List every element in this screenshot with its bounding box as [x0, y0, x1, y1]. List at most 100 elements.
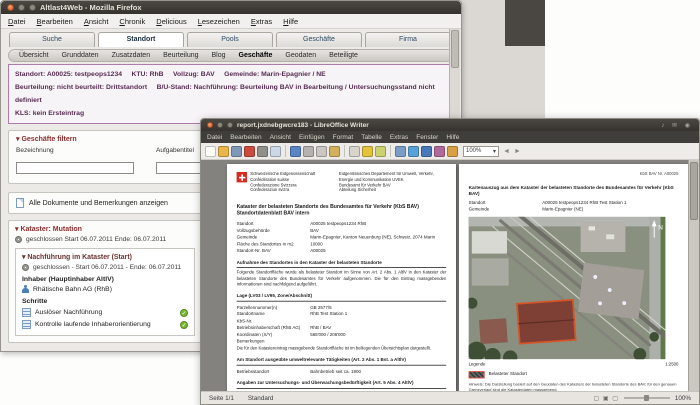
table-icon[interactable] [395, 145, 406, 157]
scrollbar-thumb[interactable] [451, 30, 459, 68]
menu-item[interactable]: Datei [8, 17, 26, 26]
desktop: Altlast4Web - Mozilla Firefox Datei Bearb… [0, 0, 700, 405]
menu-item[interactable]: Tabelle [361, 134, 382, 141]
zoom-select[interactable]: 100% ▾ [463, 145, 499, 157]
step-done-check-icon[interactable]: ✓ [180, 320, 188, 329]
bezeichnung-input[interactable] [16, 161, 134, 174]
nachfuehrung-panel: ▾ Nachführung im Kataster (Start) geschl… [15, 248, 195, 336]
firefox-scrollbar[interactable] [449, 29, 460, 119]
forward-arrow-icon[interactable]: ► [514, 148, 521, 155]
dept-line: Eidgenössisches Departement für Umwelt, … [339, 172, 434, 177]
section-heading: Aufnahme des Standortes in den Kataster … [236, 261, 447, 269]
menu-item[interactable]: Ansicht [270, 134, 291, 141]
menu-item[interactable]: Einfügen [299, 134, 325, 141]
menu-item[interactable]: Hilfe [283, 17, 298, 26]
standort-info-box: Standort: A00025: testpeops1234 KTU: RhB… [8, 64, 454, 124]
writer-scrollbar[interactable] [688, 160, 699, 391]
undo-icon[interactable] [362, 145, 373, 157]
menu-item[interactable]: Fenster [416, 134, 438, 141]
collapse-toggle-icon[interactable]: ▾ [15, 226, 19, 233]
taetigkeiten-rows: Betriebsstandort Bahnbetrieb seit ca. 190… [237, 369, 447, 375]
collapse-toggle-icon[interactable]: ▾ [22, 254, 25, 261]
task-icon [22, 308, 31, 317]
svg-text:N: N [658, 224, 663, 231]
redo-icon[interactable] [375, 145, 386, 157]
menu-item[interactable]: Datei [207, 134, 222, 141]
page-preview-icon[interactable] [270, 145, 281, 157]
dept-line: Abteilung Sicherheit [339, 188, 376, 193]
minimize-icon[interactable] [18, 4, 25, 11]
open-icon[interactable] [218, 145, 229, 157]
subtab-blog[interactable]: Blog [212, 52, 226, 59]
tab-pools[interactable]: Pools [187, 32, 273, 47]
view-layout-icons[interactable]: ▢ ▣ ▢ [594, 395, 619, 402]
zoom-slider[interactable] [623, 395, 670, 401]
scrollbar-thumb[interactable] [690, 162, 698, 220]
firefox-titlebar[interactable]: Altlast4Web - Mozilla Firefox [1, 1, 461, 14]
menu-item[interactable]: Lesezeichen [198, 17, 240, 26]
cut-icon[interactable] [303, 145, 314, 157]
tab-geschaefte[interactable]: Geschäfte [276, 32, 362, 47]
close-icon[interactable] [207, 122, 213, 128]
clone-formatting-icon[interactable] [349, 145, 360, 157]
menu-item[interactable]: Format [333, 134, 354, 141]
subtab-grunddaten[interactable]: Grunddaten [62, 52, 99, 59]
subtab-uebersicht[interactable]: Übersicht [19, 52, 49, 59]
paste-icon[interactable] [329, 145, 340, 157]
kataster-panel-header[interactable]: ▾ Kataster: Mutation [15, 225, 195, 233]
row-label: Standort-Nr. BAV [236, 248, 271, 254]
page-style-indicator[interactable]: Standard [248, 395, 274, 402]
subtab-geodaten[interactable]: Geodaten [285, 52, 316, 59]
close-icon[interactable] [7, 4, 14, 11]
save-icon[interactable] [231, 145, 242, 157]
row-label: Gemeinde [236, 235, 258, 241]
hyperlink-icon[interactable] [408, 145, 419, 157]
maximize-icon[interactable] [227, 122, 233, 128]
copy-icon[interactable] [316, 145, 327, 157]
tab-suche[interactable]: Suche [9, 32, 95, 47]
tab-firma[interactable]: Firma [365, 32, 451, 47]
step-link[interactable]: Kontrolle laufende Inhaberorientierung [35, 321, 176, 328]
menu-item[interactable]: Delicious [156, 17, 186, 26]
menu-item[interactable]: Chronik [119, 17, 145, 26]
doc-row: Koordinaten (X/Y) 565'000 / 205'000 [237, 333, 447, 339]
toolbar-separator [390, 145, 391, 157]
back-arrow-icon[interactable]: ◄ [503, 148, 510, 155]
confed-line: Confederaziun svizra [250, 188, 290, 193]
swiss-flag-icon [236, 172, 247, 183]
menu-item[interactable]: Extras [390, 134, 408, 141]
print-icon[interactable] [257, 145, 268, 157]
menu-item[interactable]: Bearbeiten [230, 134, 261, 141]
step-done-check-icon[interactable]: ✓ [180, 308, 188, 317]
row-label: Betriebsstandort [236, 369, 270, 375]
export-pdf-icon[interactable] [244, 145, 255, 157]
writer-titlebar[interactable]: report.jxdnebgwcre183 - LibreOffice Writ… [201, 119, 699, 131]
spellcheck-icon[interactable] [290, 145, 301, 157]
gallery-icon[interactable] [447, 145, 458, 157]
page-corner-note: KbS BAV Nr. A00025 [639, 172, 679, 177]
step-link[interactable]: Auslöser Nachführung [35, 309, 176, 316]
new-document-icon[interactable] [205, 145, 216, 157]
subtab-zusatzdaten[interactable]: Zusatzdaten [112, 52, 151, 59]
subtab-geschaefte[interactable]: Geschäfte [239, 52, 273, 59]
standort-info-line2: Beurteilung: nicht beurteilt: Drittstand… [15, 84, 437, 104]
nachfuehrung-header[interactable]: ▾ Nachführung im Kataster (Start) [22, 253, 188, 261]
subtab-beteiligte[interactable]: Beteiligte [329, 52, 358, 59]
maximize-icon[interactable] [29, 4, 36, 11]
subtab-beurteilung[interactable]: Beurteilung [163, 52, 198, 59]
show-all-documents-link[interactable]: Alle Dokumente und Bemerkungen anzeigen [29, 200, 168, 207]
schritte-label: Schritte [22, 298, 48, 305]
menu-item[interactable]: Bearbeiten [37, 17, 73, 26]
collapse-toggle-icon[interactable]: ▾ [16, 136, 20, 143]
map-info-rows: Standort A00025 testpeops1234 RhB Test St… [469, 201, 679, 214]
doc-row: Parzellennummer(n) GB 2577/5 [237, 305, 447, 311]
menu-item[interactable]: Ansicht [84, 17, 109, 26]
map-note: Hinweis: Die Darstellung basiert auf den… [468, 382, 677, 391]
minimize-icon[interactable] [217, 122, 223, 128]
tab-standort[interactable]: Standort [98, 32, 184, 47]
menu-item[interactable]: Extras [251, 17, 272, 26]
find-replace-icon[interactable] [421, 145, 432, 157]
navigator-icon[interactable] [434, 145, 445, 157]
inhaber-link[interactable]: Rhätische Bahn AG (RhB) [33, 286, 112, 293]
menu-item[interactable]: Hilfe [446, 134, 459, 141]
